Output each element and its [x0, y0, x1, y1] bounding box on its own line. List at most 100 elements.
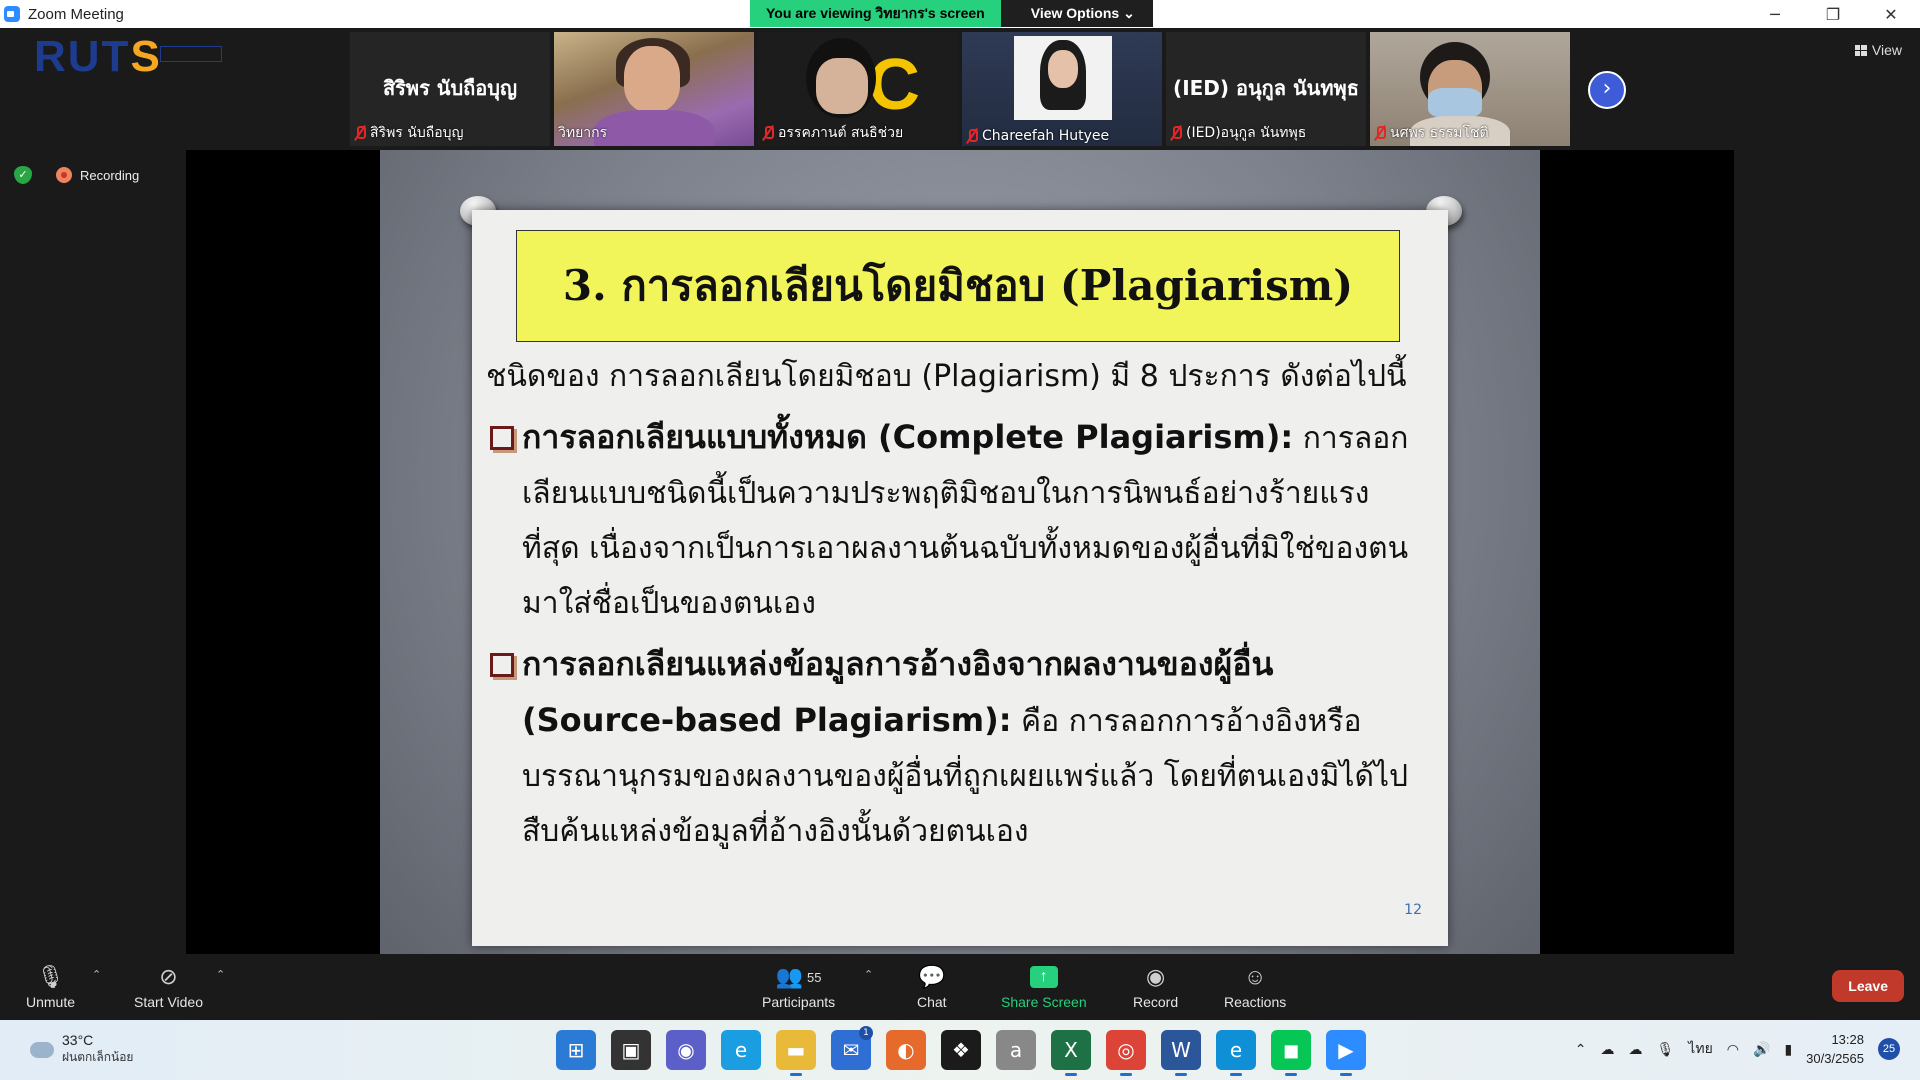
- recording-label: Recording: [80, 167, 140, 183]
- mail-icon[interactable]: ✉ 1: [831, 1026, 873, 1070]
- meeting-status: ✓ Recording: [14, 166, 139, 184]
- teams-chat-icon[interactable]: ◉: [666, 1030, 706, 1070]
- taskbar-apps: ⊞ ▣ ◉ e ▬ ✉ 1 ◐ ❖ a X ◎ W e ◼ ▶: [556, 1026, 1366, 1076]
- share-screen-button[interactable]: ↑ Share Screen: [1001, 960, 1087, 1010]
- zoom-app-icon: [4, 6, 20, 22]
- dropbox-icon[interactable]: ❖: [941, 1030, 981, 1070]
- clock-date: 30/3/2565: [1806, 1051, 1864, 1066]
- restore-icon[interactable]: ❐: [1804, 0, 1862, 28]
- audio-options-caret-icon[interactable]: ⌃: [92, 968, 101, 981]
- microphone-icon[interactable]: 🎙: [1657, 1041, 1675, 1058]
- record-label: Record: [1133, 994, 1179, 1010]
- participant-nametag: อรรคภานต์ สนธิช่วย: [762, 122, 903, 144]
- task-view-icon[interactable]: ▣: [611, 1030, 651, 1070]
- notification-count[interactable]: 25: [1878, 1038, 1900, 1060]
- video-options-caret-icon[interactable]: ⌃: [216, 968, 225, 981]
- slide-bullet: การลอกเลียนแบบทั้งหมด (Complete Plagiari…: [486, 410, 1426, 631]
- participant-tile[interactable]: C อรรคภานต์ สนธิช่วย: [758, 32, 958, 146]
- participants-icon: 👥 55: [775, 964, 822, 989]
- logo-part-1: RUT: [34, 32, 131, 81]
- weather-condition: ฝนตกเล็กน้อย: [62, 1050, 134, 1064]
- mic-muted-icon: [1374, 126, 1386, 140]
- next-page-arrow-icon[interactable]: ›: [1588, 71, 1626, 109]
- reactions-button[interactable]: ☺ Reactions: [1224, 960, 1286, 1010]
- wifi-icon[interactable]: ◠: [1727, 1041, 1739, 1058]
- amazon-icon[interactable]: a: [996, 1030, 1036, 1070]
- participant-tile[interactable]: Chareefah Hutyee: [962, 32, 1162, 146]
- start-menu-icon[interactable]: ⊞: [556, 1030, 596, 1070]
- window-title: Zoom Meeting: [28, 5, 124, 23]
- word-icon[interactable]: W: [1161, 1030, 1201, 1076]
- excel-icon[interactable]: X: [1051, 1030, 1091, 1076]
- weather-widget[interactable]: 33°C ฝนตกเล็กน้อย: [30, 1032, 133, 1067]
- view-label: View: [1871, 42, 1902, 58]
- leave-button[interactable]: Leave: [1832, 970, 1904, 1002]
- profile-photo: [1014, 36, 1112, 120]
- zoom-icon[interactable]: ▶: [1326, 1030, 1366, 1076]
- viewing-message: You are viewing วิทยากร's screen: [750, 0, 1001, 27]
- slide-title-box: 3. การลอกเลียนโดยมิชอบ (Plagiarism): [516, 230, 1400, 342]
- view-button[interactable]: View: [1854, 42, 1902, 58]
- start-video-button[interactable]: ⊘ Start Video: [134, 960, 203, 1010]
- participant-tile[interactable]: นศพร ธรรมโชติ: [1370, 32, 1570, 146]
- bullet-heading: การลอกเลียนแบบทั้งหมด (Complete Plagiari…: [522, 418, 1294, 456]
- record-button[interactable]: ◉ Record: [1133, 960, 1178, 1010]
- onedrive-icon[interactable]: ☁: [1601, 1041, 1615, 1058]
- participant-nametag: วิทยากร: [558, 122, 607, 144]
- edge-dev-icon[interactable]: e: [1216, 1030, 1256, 1076]
- unmute-label: Unmute: [26, 994, 76, 1010]
- slide-intro: ชนิดของ การลอกเลียนโดยมิชอบ (Plagiarism)…: [486, 359, 1407, 394]
- reactions-icon: ☺: [1243, 964, 1267, 989]
- participant-big-name: (IED) อนุกูล นันทพุธ: [1173, 76, 1359, 100]
- slide-title: 3. การลอกเลียนโดยมิชอบ (Plagiarism): [562, 261, 1354, 310]
- volume-icon[interactable]: 🔊: [1753, 1041, 1770, 1058]
- line-icon[interactable]: ◼: [1271, 1030, 1311, 1076]
- participant-tile[interactable]: วิทยากร: [554, 32, 754, 146]
- participant-name: สิริพร นับถือบุญ: [370, 125, 464, 141]
- participant-tile[interactable]: สิริพร นับถือบุญ สิริพร นับถือบุญ: [350, 32, 550, 146]
- unmute-button[interactable]: 🎙 Unmute: [26, 960, 75, 1010]
- chat-button[interactable]: 💬 Chat: [917, 960, 947, 1010]
- cloud-sync-icon[interactable]: ☁: [1629, 1041, 1643, 1058]
- battery-icon[interactable]: ▮: [1784, 1041, 1792, 1058]
- title-bar: Zoom Meeting You are viewing วิทยากร's s…: [0, 0, 1920, 28]
- participants-caret-icon[interactable]: ⌃: [864, 968, 873, 981]
- clock[interactable]: 13:28 30/3/2565: [1806, 1030, 1864, 1068]
- share-screen-icon: ↑: [1029, 960, 1058, 994]
- edge-icon[interactable]: e: [721, 1030, 761, 1070]
- slide-bullet: การลอกเลียนแหล่งข้อมูลการอ้างอิงจากผลงาน…: [486, 637, 1426, 859]
- participant-name: (IED)อนุกูล นันทพุธ: [1186, 125, 1307, 141]
- chat-icon: 💬: [918, 964, 946, 989]
- checkbox-bullet-icon: [490, 653, 514, 677]
- window-controls: ─ ❐ ✕: [1746, 0, 1920, 28]
- microphone-muted-icon: 🎙: [36, 964, 65, 989]
- video-background-logo: C: [868, 45, 920, 125]
- mic-muted-icon: [1170, 126, 1182, 140]
- logo-part-2: S: [130, 32, 162, 81]
- mic-muted-icon: [762, 126, 774, 140]
- video-face: [816, 58, 868, 114]
- slide: 3. การลอกเลียนโดยมิชอบ (Plagiarism) ชนิด…: [380, 150, 1540, 954]
- close-icon[interactable]: ✕: [1862, 0, 1920, 28]
- chat-label: Chat: [917, 994, 947, 1010]
- shield-icon[interactable]: ✓: [14, 166, 32, 184]
- participant-name: อรรคภานต์ สนธิช่วย: [778, 125, 904, 141]
- reactions-label: Reactions: [1224, 994, 1287, 1010]
- participants-button[interactable]: 👥 55 Participants: [762, 960, 835, 1010]
- language-indicator[interactable]: ไทย: [1688, 1038, 1712, 1060]
- ruts-logo: RUTS: [34, 32, 162, 82]
- mic-muted-icon: [966, 129, 978, 143]
- chevron-up-icon[interactable]: ⌃: [1575, 1041, 1587, 1058]
- share-screen-label: Share Screen: [1001, 994, 1087, 1010]
- system-tray: ⌃ ☁ ☁ 🎙 ไทย ◠ 🔊 ▮ 13:28 30/3/2565 25: [1575, 1030, 1900, 1068]
- start-video-label: Start Video: [134, 994, 204, 1010]
- firefox-icon[interactable]: ◐: [886, 1030, 926, 1070]
- chrome-icon[interactable]: ◎: [1106, 1030, 1146, 1076]
- view-options-button[interactable]: View Options ⌄: [1000, 0, 1153, 27]
- file-explorer-icon[interactable]: ▬: [776, 1030, 816, 1076]
- logo-subtext: [160, 46, 222, 62]
- chevron-down-icon: ⌄: [1123, 5, 1135, 21]
- viewing-banner: You are viewing วิทยากร's screen View Op…: [750, 0, 1153, 27]
- minimize-icon[interactable]: ─: [1746, 0, 1804, 28]
- participant-tile[interactable]: (IED) อนุกูล นันทพุธ (IED)อนุกูล นันทพุธ: [1166, 32, 1366, 146]
